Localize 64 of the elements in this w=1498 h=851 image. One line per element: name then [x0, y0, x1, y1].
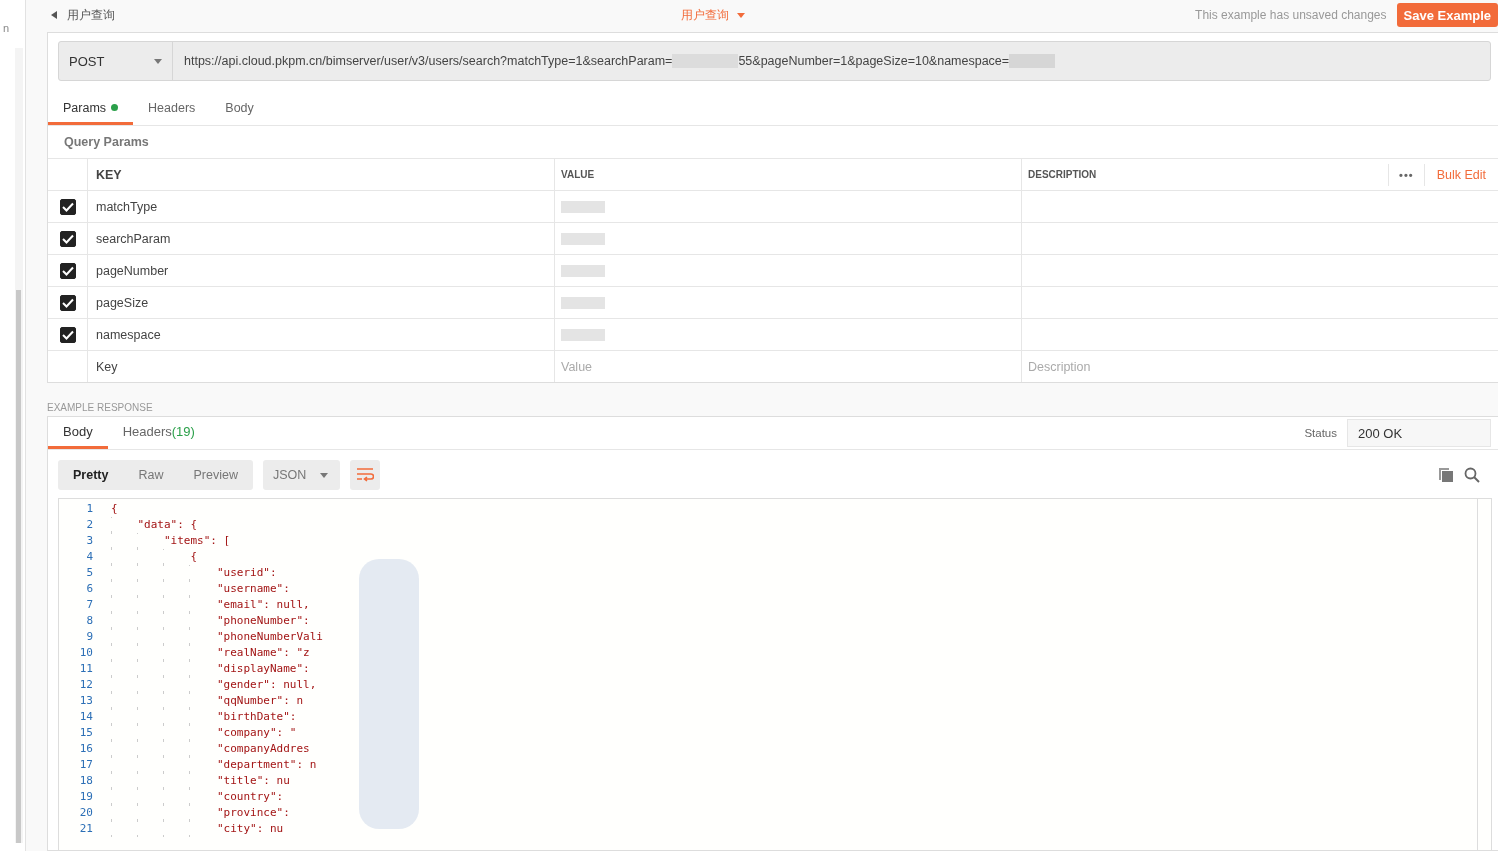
line-number: 11	[78, 661, 94, 677]
view-mode-option[interactable]: Preview	[178, 468, 253, 482]
format-dropdown[interactable]: JSON	[262, 460, 341, 490]
checkbox[interactable]	[59, 294, 76, 311]
param-key[interactable]: pageNumber	[88, 255, 555, 286]
param-key[interactable]: namespace	[88, 319, 555, 350]
line-number: 20	[78, 805, 94, 821]
more-options-button[interactable]: •••	[1388, 163, 1425, 186]
wrap-icon	[356, 467, 375, 483]
column-header: KEY	[88, 159, 555, 190]
line-number: 1	[85, 501, 94, 517]
line-number: 21	[78, 821, 94, 837]
line-number: 13	[78, 693, 94, 709]
example-title: 用户查询	[67, 6, 115, 24]
sidebar-text: n	[3, 22, 10, 34]
column-header: VALUE	[555, 159, 1022, 190]
redaction-mark	[561, 296, 605, 309]
redaction-mark	[561, 232, 605, 245]
redaction-mark	[561, 328, 605, 341]
line-number: 9	[85, 629, 94, 645]
line-number: 2	[85, 517, 94, 533]
section-title: Query Params	[48, 126, 1498, 159]
back-arrow-icon[interactable]	[51, 11, 57, 19]
key-input[interactable]: Key	[88, 351, 555, 382]
line-number: 14	[78, 709, 94, 725]
line-number: 5	[85, 565, 94, 581]
view-mode-option[interactable]: Raw	[123, 468, 179, 482]
scrollbar-thumb[interactable]	[16, 290, 21, 843]
checkbox[interactable]	[59, 262, 76, 279]
caret-icon[interactable]	[320, 472, 329, 478]
checkbox[interactable]	[59, 198, 76, 215]
checkbox[interactable]	[59, 230, 76, 247]
line-number: 15	[78, 725, 94, 741]
line-number: 19	[78, 789, 94, 805]
param-key[interactable]: pageSize	[88, 287, 555, 318]
unsaved-notice: This example has unsaved changes	[1195, 8, 1387, 22]
line-number: 12	[78, 677, 94, 693]
section-label: EXAMPLE RESPONSE	[47, 401, 154, 415]
caret-icon[interactable]	[737, 12, 745, 18]
line-number: 10	[78, 645, 94, 661]
request-tab[interactable]: Body	[210, 93, 269, 125]
redaction-mark	[561, 264, 605, 277]
line-number: 17	[78, 757, 94, 773]
line-number: 3	[85, 533, 94, 549]
redaction-mark	[561, 200, 605, 213]
line-number: 16	[78, 741, 94, 757]
column-header: DESCRIPTION	[1028, 169, 1097, 180]
request-tab[interactable]: Params	[48, 93, 134, 125]
line-number: 8	[85, 613, 94, 629]
line-number: 18	[78, 773, 94, 789]
param-key[interactable]: searchParam	[88, 223, 555, 254]
status-field[interactable]: 200 OK	[1347, 419, 1491, 447]
response-tab[interactable]: Headers(19)	[107, 417, 210, 449]
response-tab[interactable]: Body	[48, 417, 108, 449]
request-tab[interactable]: Headers	[133, 93, 211, 125]
checkbox[interactable]	[59, 326, 76, 343]
line-number: 4	[85, 549, 94, 565]
status-label: Status	[1304, 427, 1337, 439]
line-number: 6	[85, 581, 94, 597]
line-number: 7	[85, 597, 94, 613]
copy-icon[interactable]	[1438, 467, 1454, 483]
view-mode-option[interactable]: Pretty	[58, 468, 124, 482]
search-icon[interactable]	[1464, 467, 1480, 483]
param-key[interactable]: matchType	[88, 191, 555, 222]
